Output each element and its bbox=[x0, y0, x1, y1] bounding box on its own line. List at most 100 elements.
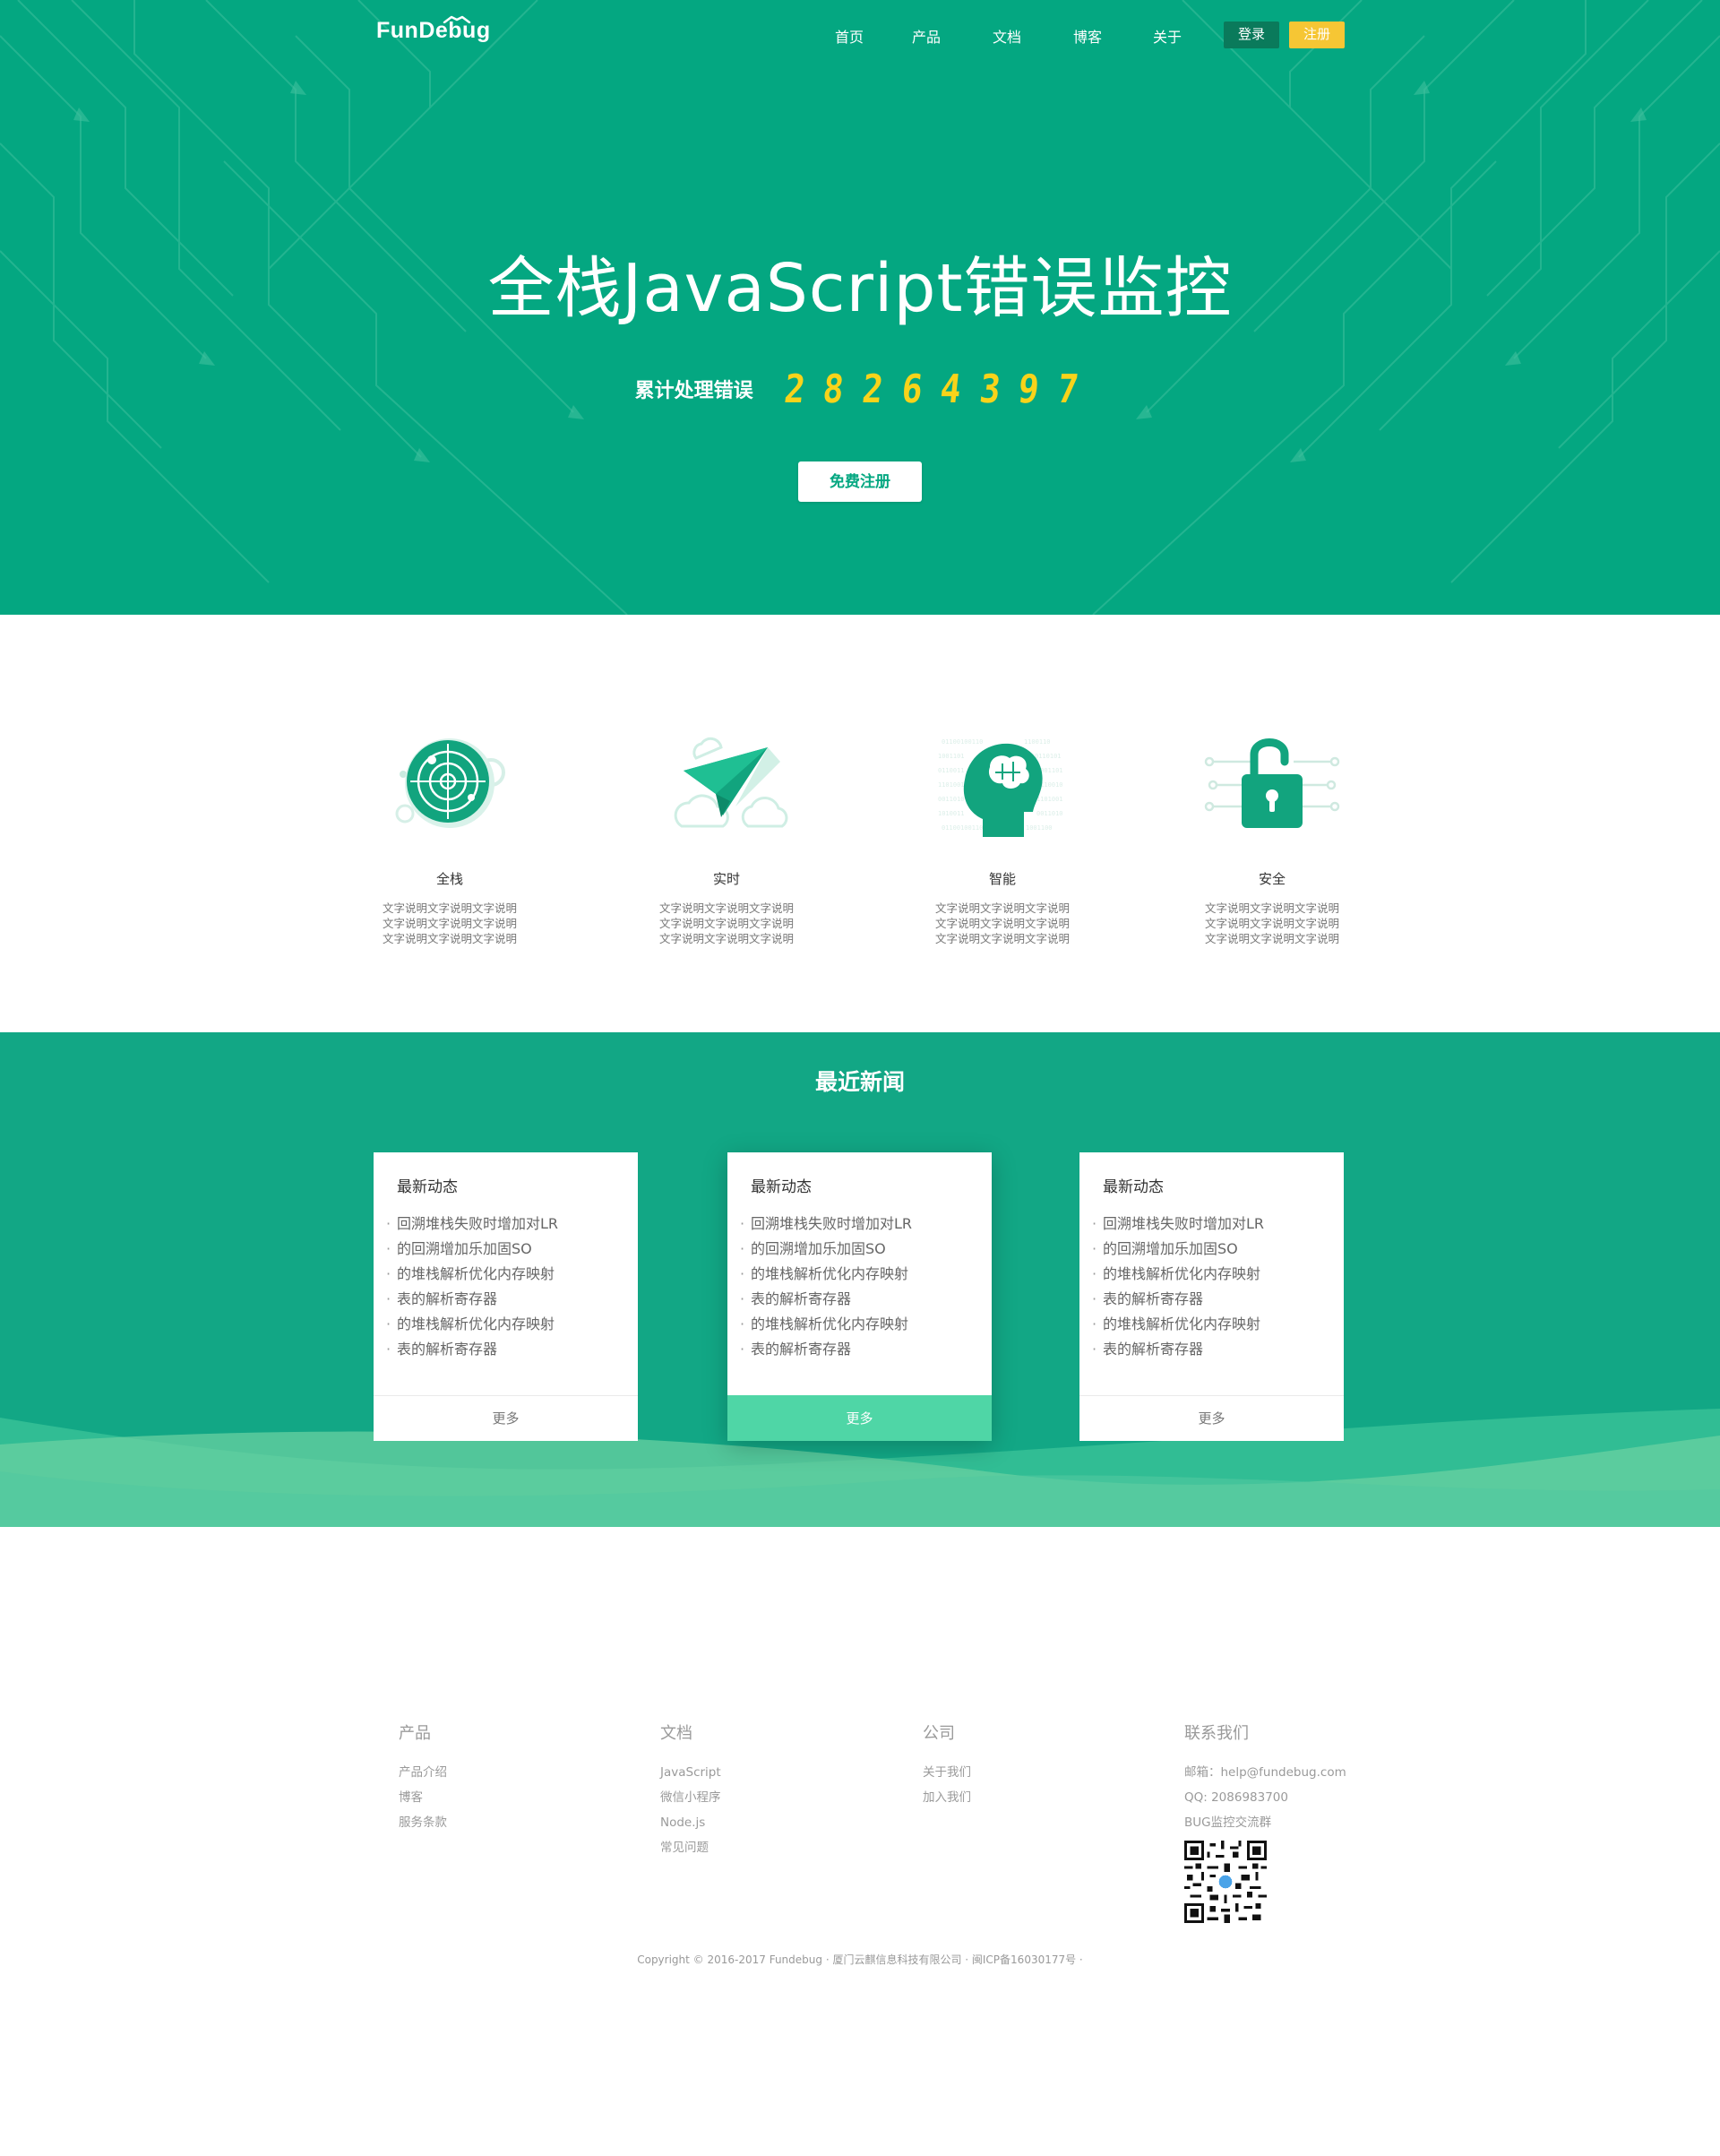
news-list: · 回溯堆栈失败时增加对LR · 的回溯增加乐加固SO · 的堆栈解析优化内存映射 ·… bbox=[1092, 1212, 1264, 1362]
hero-banner: FunDebug 首页 产品 文档 博客 关于 登录 注册 全栈JavaScri… bbox=[0, 0, 1720, 615]
counter-digit: 3 bbox=[976, 366, 1003, 412]
free-register-button[interactable]: 免费注册 bbox=[798, 461, 922, 502]
footer-link-javascript[interactable]: JavaScript bbox=[660, 1760, 721, 1785]
footer-link-about-us[interactable]: 关于我们 bbox=[923, 1760, 971, 1785]
fundebug-logo[interactable]: FunDebug bbox=[376, 15, 491, 48]
footer-link-wechat-miniprogram[interactable]: 微信小程序 bbox=[660, 1785, 721, 1810]
footer-link-terms[interactable]: 服务条款 bbox=[399, 1810, 447, 1835]
feature-description: 文字说明文字说明文字说明 文字说明文字说明文字说明 文字说明文字说明文字说明 bbox=[382, 901, 517, 945]
nav-link-about[interactable]: 关于 bbox=[1153, 25, 1182, 47]
list-item[interactable]: · 的堆栈解析优化内存映射 bbox=[740, 1262, 912, 1287]
footer-column-title: 联系我们 bbox=[1184, 1724, 1249, 1743]
bullet: · bbox=[386, 1240, 391, 1257]
footer-column-contact: 联系我们 邮箱：help@fundebug.com QQ: 2086983700… bbox=[1184, 1720, 1346, 1923]
svg-text:0011010: 0011010 bbox=[1036, 810, 1063, 817]
bullet: · bbox=[1092, 1315, 1097, 1332]
news-card-featured: 最新动态 · 回溯堆栈失败时增加对LR · 的回溯增加乐加固SO · 的堆栈解析优化内… bbox=[727, 1152, 992, 1441]
news-card: 最新动态 · 回溯堆栈失败时增加对LR · 的回溯增加乐加固SO · 的堆栈解析优化内… bbox=[1079, 1152, 1344, 1441]
brain-head-icon: 01100100110 1100110 1001101 0110101 011001… bbox=[938, 738, 1063, 837]
bullet: · bbox=[386, 1265, 391, 1282]
counter-digit: 2 bbox=[860, 366, 886, 412]
feature-title: 智能 bbox=[988, 871, 1016, 887]
top-navigation: FunDebug 首页 产品 文档 博客 关于 登录 注册 bbox=[0, 0, 1720, 72]
footer-column-company: 公司 关于我们 加入我们 bbox=[923, 1720, 971, 1810]
svg-text:0110011: 0110011 bbox=[938, 767, 965, 774]
counter-digit: 2 bbox=[781, 366, 808, 412]
list-item[interactable]: · 的堆栈解析优化内存映射 bbox=[1092, 1262, 1264, 1287]
footer-link-nodejs[interactable]: Node.js bbox=[660, 1810, 721, 1835]
list-item[interactable]: · 的堆栈解析优化内存映射 bbox=[386, 1262, 558, 1287]
list-item[interactable]: · 的堆栈解析优化内存映射 bbox=[386, 1312, 558, 1337]
counter-digit: 7 bbox=[1055, 366, 1081, 412]
news-card-title: 最新动态 bbox=[751, 1178, 812, 1196]
bullet: · bbox=[1092, 1265, 1097, 1282]
bullet: · bbox=[386, 1215, 391, 1232]
footer-link-faq[interactable]: 常见问题 bbox=[660, 1835, 721, 1860]
footer-link-blog[interactable]: 博客 bbox=[399, 1785, 447, 1810]
copyright-text: Copyright © 2016-2017 Fundebug · 厦门云麒信息科… bbox=[637, 1953, 1083, 1966]
bullet: · bbox=[740, 1215, 745, 1232]
more-button[interactable]: 更多 bbox=[727, 1395, 992, 1441]
bullet: · bbox=[386, 1341, 391, 1358]
nav-link-products[interactable]: 产品 bbox=[912, 25, 941, 47]
footer-column-title: 文档 bbox=[660, 1724, 692, 1743]
counter-digit: 6 bbox=[899, 366, 924, 412]
list-item[interactable]: · 回溯堆栈失败时增加对LR bbox=[1092, 1212, 1264, 1237]
svg-text:0011010: 0011010 bbox=[938, 796, 965, 803]
counter-digit: 9 bbox=[1016, 366, 1042, 412]
news-list: · 回溯堆栈失败时增加对LR · 的回溯增加乐加固SO · 的堆栈解析优化内存映射 ·… bbox=[740, 1212, 912, 1362]
register-button[interactable]: 注册 bbox=[1289, 22, 1345, 48]
list-item[interactable]: · 的堆栈解析优化内存映射 bbox=[740, 1312, 912, 1337]
list-item[interactable]: · 表的解析寄存器 bbox=[386, 1287, 558, 1312]
feature-description: 文字说明文字说明文字说明 文字说明文字说明文字说明 文字说明文字说明文字说明 bbox=[1204, 901, 1339, 945]
list-item[interactable]: · 的堆栈解析优化内存映射 bbox=[1092, 1312, 1264, 1337]
feature-fullstack: 全栈 文字说明文字说明文字说明 文字说明文字说明文字说明 文字说明文字说明文字说… bbox=[360, 726, 539, 946]
contact-qq: QQ: 2086983700 bbox=[1184, 1790, 1288, 1805]
list-item[interactable]: · 表的解析寄存器 bbox=[740, 1287, 912, 1312]
svg-text:1100110: 1100110 bbox=[1024, 738, 1051, 746]
news-card-title: 最新动态 bbox=[1103, 1178, 1164, 1196]
nav-link-blog[interactable]: 博客 bbox=[1073, 25, 1102, 47]
list-item[interactable]: · 的回溯增加乐加固SO bbox=[1092, 1237, 1264, 1262]
news-card-title: 最新动态 bbox=[397, 1178, 458, 1196]
footer-link-join-us[interactable]: 加入我们 bbox=[923, 1785, 971, 1810]
list-item[interactable]: · 表的解析寄存器 bbox=[1092, 1337, 1264, 1362]
bullet: · bbox=[1092, 1215, 1097, 1232]
feature-description: 文字说明文字说明文字说明 文字说明文字说明文字说明 文字说明文字说明文字说明 bbox=[658, 901, 794, 945]
footer-link-product-intro[interactable]: 产品介绍 bbox=[399, 1760, 447, 1785]
more-button[interactable]: 更多 bbox=[1079, 1395, 1344, 1441]
news-heading: 最近新闻 bbox=[814, 1069, 905, 1095]
bullet: · bbox=[1092, 1240, 1097, 1257]
login-button[interactable]: 登录 bbox=[1224, 22, 1279, 48]
feature-description: 文字说明文字说明文字说明 文字说明文字说明文字说明 文字说明文字说明文字说明 bbox=[934, 901, 1070, 945]
svg-text:1001101: 1001101 bbox=[938, 753, 965, 760]
feature-secure: 安全 文字说明文字说明文字说明 文字说明文字说明文字说明 文字说明文字说明文字说… bbox=[1182, 726, 1362, 946]
site-footer: 产品 产品介绍 博客 服务条款 文档 JavaScript 微信小程序 Node… bbox=[0, 1527, 1720, 2156]
list-item[interactable]: · 表的解析寄存器 bbox=[740, 1337, 912, 1362]
contact-group-label: BUG监控交流群 bbox=[1184, 1815, 1272, 1830]
list-item[interactable]: · 回溯堆栈失败时增加对LR bbox=[386, 1212, 558, 1237]
more-button[interactable]: 更多 bbox=[374, 1395, 638, 1441]
bullet: · bbox=[740, 1315, 745, 1332]
nav-link-docs[interactable]: 文档 bbox=[993, 25, 1021, 47]
qr-code-icon bbox=[1184, 1841, 1267, 1923]
feature-title: 实时 bbox=[712, 871, 740, 887]
bullet: · bbox=[740, 1240, 745, 1257]
bullet: · bbox=[386, 1315, 391, 1332]
footer-column-title: 产品 bbox=[399, 1724, 431, 1743]
bullet: · bbox=[740, 1341, 745, 1358]
list-item[interactable]: · 的回溯增加乐加固SO bbox=[386, 1237, 558, 1262]
nav-link-home[interactable]: 首页 bbox=[835, 25, 864, 47]
features-section: 全栈 文字说明文字说明文字说明 文字说明文字说明文字说明 文字说明文字说明文字说… bbox=[0, 615, 1720, 1032]
list-item[interactable]: · 表的解析寄存器 bbox=[386, 1337, 558, 1362]
bullet: · bbox=[386, 1290, 391, 1307]
unlocked-padlock-icon bbox=[1204, 738, 1340, 828]
svg-text:0110101: 0110101 bbox=[1035, 753, 1062, 760]
feature-title: 安全 bbox=[1258, 871, 1286, 887]
footer-column-docs: 文档 JavaScript 微信小程序 Node.js 常见问题 bbox=[660, 1720, 721, 1860]
bullet: · bbox=[740, 1265, 745, 1282]
list-item[interactable]: · 的回溯增加乐加固SO bbox=[740, 1237, 912, 1262]
list-item[interactable]: · 表的解析寄存器 bbox=[1092, 1287, 1264, 1312]
list-item[interactable]: · 回溯堆栈失败时增加对LR bbox=[740, 1212, 912, 1237]
counter-digit: 4 bbox=[938, 366, 964, 412]
